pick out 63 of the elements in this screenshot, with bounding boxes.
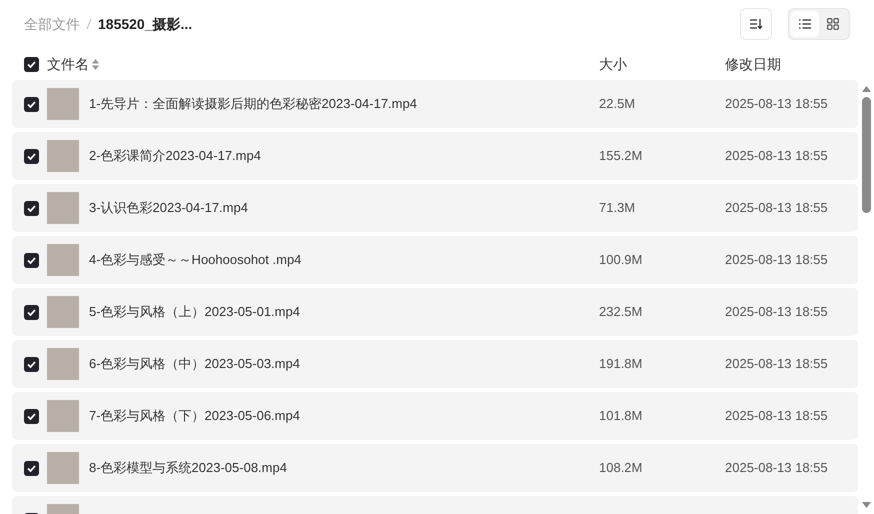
scroll-up-icon[interactable] (862, 86, 870, 92)
file-size: 71.3M (599, 199, 636, 218)
checkbox[interactable] (24, 356, 39, 372)
file-name: 5-色彩与风格（上）2023-05-01.mp4 (89, 303, 301, 322)
modified-date: 2025-08-13 18:55 (725, 199, 828, 218)
checkbox[interactable] (24, 408, 39, 424)
modified-date: 2025-08-13 18:55 (725, 95, 828, 114)
grid-icon (827, 18, 839, 30)
video-thumbnail (47, 348, 79, 380)
video-thumbnail (47, 296, 79, 328)
video-thumbnail (47, 192, 79, 224)
checkbox[interactable] (24, 96, 39, 112)
file-row[interactable]: 5-色彩与风格（上）2023-05-01.mp4 232.5M 2025-08-13 18:55 (12, 288, 858, 336)
file-size: 191.8M (599, 355, 644, 374)
video-thumbnail (47, 88, 79, 120)
sort-icon[interactable] (92, 58, 99, 70)
modified-date: 2025-08-13 18:55 (725, 147, 828, 166)
file-size: 101.8M (599, 407, 644, 426)
file-name: 1-先导片：全面解读摄影后期的色彩秘密2023-04-17.mp4 (89, 95, 418, 114)
checkbox[interactable] (24, 200, 39, 216)
file-name: 7-色彩与风格（下）2023-05-06.mp4 (89, 407, 301, 426)
video-thumbnail (47, 452, 79, 484)
column-header[interactable]: 文件名 (47, 54, 89, 74)
file-row[interactable]: 6-色彩与风格（中）2023-05-03.mp4 191.8M 2025-08-13 18:55 (12, 340, 858, 388)
checkbox[interactable] (24, 304, 39, 320)
checkbox[interactable] (24, 56, 39, 72)
sort-icon (749, 18, 763, 30)
modified-date: 2025-08-13 18:55 (725, 303, 828, 322)
view-mode-button[interactable] (791, 11, 819, 37)
checkbox[interactable] (24, 460, 39, 476)
file-size: 108.2M (599, 459, 644, 478)
video-thumbnail (47, 244, 79, 276)
column-header: 修改日期 (725, 54, 781, 74)
video-thumbnail (47, 140, 79, 172)
modified-date: 2025-08-13 18:55 (725, 459, 828, 478)
separator-icon (86, 18, 92, 30)
file-row[interactable]: 3-认识色彩2023-04-17.mp4 71.3M 2025-08-13 18:55 (12, 184, 858, 232)
file-name: 2-色彩课简介2023-04-17.mp4 (89, 147, 262, 166)
file-row[interactable]: 2-色彩课简介2023-04-17.mp4 155.2M 2025-08-13 18:55 (12, 132, 858, 180)
file-name: 8-色彩模型与系统2023-05-08.mp4 (89, 459, 288, 478)
modified-date: 2025-08-13 18:55 (725, 251, 828, 270)
file-row[interactable]: 7-色彩与风格（下）2023-05-06.mp4 101.8M 2025-08-13 18:55 (12, 392, 858, 440)
video-thumbnail (47, 400, 79, 432)
sort-button[interactable] (740, 8, 772, 40)
file-row[interactable]: 4-色彩与感受～～Hoohoosohot .mp4 100.9M 2025-08-13 18:55 (12, 236, 858, 284)
file-name: 6-色彩与风格（中）2023-05-03.mp4 (89, 355, 301, 374)
file-name: 4-色彩与感受～～Hoohoosohot .mp4 (89, 251, 302, 270)
modified-date: 2025-08-13 18:55 (725, 407, 828, 426)
file-name: 3-认识色彩2023-04-17.mp4 (89, 199, 249, 218)
file-row[interactable]: 1-先导片：全面解读摄影后期的色彩秘密2023-04-17.mp4 22.5M 2025-08-13 18:55 (12, 80, 858, 128)
list-icon (799, 19, 811, 29)
scroll-down-icon[interactable] (862, 502, 870, 508)
column-header: 大小 (599, 54, 628, 74)
breadcrumb-item[interactable]: 185520_摄影... (98, 14, 192, 34)
file-size: 100.9M (599, 251, 644, 270)
scrollbar-thumb[interactable] (862, 97, 870, 213)
checkbox[interactable] (24, 252, 39, 268)
file-size: 22.5M (599, 95, 636, 114)
modified-date: 2025-08-13 18:55 (725, 355, 828, 374)
checkbox[interactable] (24, 148, 39, 164)
file-size: 232.5M (599, 303, 644, 322)
file-size: 155.2M (599, 147, 644, 166)
file-row[interactable]: 8-色彩模型与系统2023-05-08.mp4 108.2M 2025-08-13 18:55 (12, 444, 858, 492)
